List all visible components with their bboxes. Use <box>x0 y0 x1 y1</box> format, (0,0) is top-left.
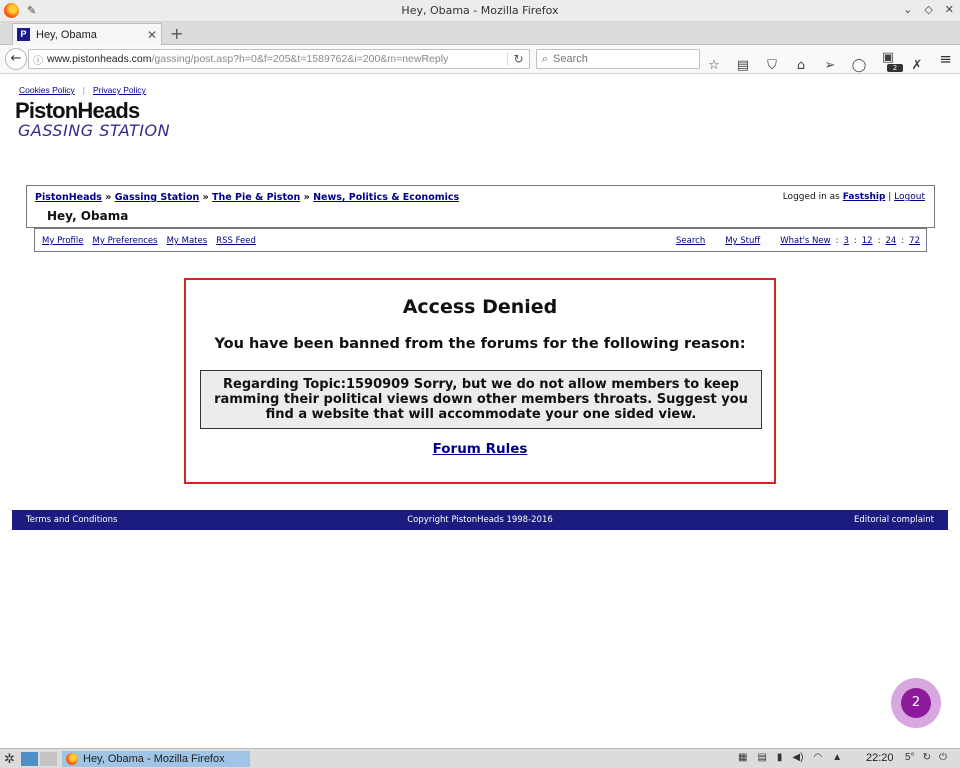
minimize-icon[interactable]: ⌄ <box>903 3 912 16</box>
logo-pistonheads: PistonHeads <box>15 98 140 123</box>
cookies-policy-link[interactable]: Cookies Policy <box>19 85 75 95</box>
search-icon: ⌕ <box>541 52 549 65</box>
policy-separator: | <box>82 85 85 95</box>
page-title: Hey, Obama <box>47 209 129 223</box>
extension-icon[interactable]: ✗ <box>909 58 925 73</box>
logo-gassing-station: GASSING STATION <box>18 121 171 140</box>
info-icon[interactable]: ⓘ <box>29 52 47 67</box>
notifications-icon[interactable]: ▣2 <box>880 50 903 80</box>
whats-new-link[interactable]: What's New <box>780 236 830 246</box>
whats-new-72-link[interactable]: 72 <box>909 236 920 246</box>
tray-window-icon[interactable]: ▦ <box>738 752 747 763</box>
desktop-pager-1[interactable] <box>21 752 38 766</box>
notification-bubble[interactable]: 2 <box>891 678 941 728</box>
user-menu: My Profile My Preferences My Mates RSS F… <box>34 228 927 252</box>
power-icon[interactable]: ⏻ <box>939 752 947 763</box>
chat-icon[interactable]: ◯ <box>851 58 867 73</box>
pistonheads-favicon-icon: P <box>17 28 30 41</box>
application-menu-icon[interactable]: ✲ <box>4 751 15 767</box>
rss-feed-link[interactable]: RSS Feed <box>216 236 256 246</box>
my-profile-link[interactable]: My Profile <box>42 236 84 246</box>
forum-rules-link[interactable]: Forum Rules <box>433 441 528 457</box>
clipboard-icon[interactable]: ▤ <box>757 752 766 763</box>
url-path: /gassing/post.asp?h=0&f=205&t=1589762&i=… <box>151 53 449 65</box>
breadcrumb-separator: » <box>105 192 112 203</box>
policy-links: Cookies Policy | Privacy Policy <box>19 85 146 95</box>
temperature[interactable]: 5° <box>905 752 915 763</box>
privacy-policy-link[interactable]: Privacy Policy <box>93 85 146 95</box>
access-denied-heading: Access Denied <box>402 296 558 318</box>
desktop-pager-2[interactable] <box>40 752 57 766</box>
login-prefix: Logged in as <box>782 192 840 202</box>
close-tab-icon[interactable]: ✕ <box>147 28 157 42</box>
wifi-icon[interactable]: ◠ <box>813 752 822 763</box>
home-icon[interactable]: ⌂ <box>793 58 809 73</box>
maximize-icon[interactable]: ◇ <box>924 3 932 16</box>
firefox-task-icon <box>66 753 78 765</box>
whats-new-24-link[interactable]: 24 <box>885 236 896 246</box>
menu-hamburger-icon[interactable]: ≡ <box>939 50 952 68</box>
ban-subheading: You have been banned from the forums for… <box>214 336 746 352</box>
tab-label: Hey, Obama <box>36 28 97 41</box>
search-link[interactable]: Search <box>676 236 705 246</box>
volume-icon[interactable]: ◀) <box>792 752 803 763</box>
my-mates-link[interactable]: My Mates <box>167 236 208 246</box>
breadcrumb-separator: » <box>303 192 310 203</box>
page-footer: Terms and Conditions Copyright PistonHea… <box>12 510 948 530</box>
copyright-text: Copyright PistonHeads 1998-2016 <box>407 515 553 525</box>
username-link[interactable]: Fastship <box>843 192 886 202</box>
weather-icon[interactable]: ↻ <box>923 752 931 763</box>
tab-active[interactable]: P Hey, Obama ✕ <box>12 23 162 45</box>
url-text[interactable]: www.pistonheads.com/gassing/post.asp?h=0… <box>47 53 507 65</box>
tab-strip: P Hey, Obama ✕ + <box>0 22 960 45</box>
url-bar[interactable]: ⓘ www.pistonheads.com/gassing/post.asp?h… <box>28 49 530 69</box>
window-titlebar: ✎ Hey, Obama - Mozilla Firefox ⌄ ◇ ✕ <box>0 0 960 22</box>
send-icon[interactable]: ➢ <box>822 58 838 73</box>
breadcrumb-news-politics[interactable]: News, Politics & Economics <box>313 192 459 203</box>
taskbar-task-label: Hey, Obama - Mozilla Firefox <box>83 753 225 765</box>
editorial-complaint-link[interactable]: Editorial complaint <box>854 515 934 525</box>
taskbar-firefox-task[interactable]: Hey, Obama - Mozilla Firefox <box>62 751 250 767</box>
breadcrumb-gassing-station[interactable]: Gassing Station <box>115 192 200 203</box>
reading-list-icon[interactable]: ▤ <box>735 58 751 73</box>
clock[interactable]: 22:20 <box>866 752 894 764</box>
new-tab-icon[interactable]: + <box>170 24 183 43</box>
whats-new-3-link[interactable]: 3 <box>843 236 848 246</box>
nav-bar: ← ⓘ www.pistonheads.com/gassing/post.asp… <box>0 45 960 74</box>
back-arrow-icon[interactable]: ← <box>5 48 27 70</box>
window-title: Hey, Obama - Mozilla Firefox <box>401 4 559 17</box>
system-tray: ▦ ▤ ▮ ◀) ◠ ▲ <box>738 752 842 763</box>
reload-icon[interactable]: ↻ <box>507 52 529 66</box>
device-icon[interactable]: ▮ <box>777 752 783 763</box>
url-domain: www.pistonheads.com <box>47 53 152 65</box>
search-input[interactable] <box>553 53 693 65</box>
ban-reason: Regarding Topic:1590909 Sorry, but we do… <box>200 370 762 429</box>
breadcrumb-pie-piston[interactable]: The Pie & Piston <box>212 192 300 203</box>
breadcrumb-pistonheads[interactable]: PistonHeads <box>35 192 102 203</box>
breadcrumb-box: PistonHeads » Gassing Station » The Pie … <box>26 185 935 228</box>
breadcrumb: PistonHeads » Gassing Station » The Pie … <box>35 192 459 203</box>
logout-link[interactable]: Logout <box>894 192 925 202</box>
pocket-icon[interactable]: ⛉ <box>764 58 780 73</box>
taskbar: ✲ Hey, Obama - Mozilla Firefox ▦ ▤ ▮ ◀) … <box>0 748 960 768</box>
notification-badge: 2 <box>887 64 903 72</box>
tray-expand-icon[interactable]: ▲ <box>832 752 842 763</box>
my-preferences-link[interactable]: My Preferences <box>93 236 158 246</box>
whats-new-12-link[interactable]: 12 <box>862 236 873 246</box>
login-status: Logged in as Fastship | Logout <box>782 192 925 202</box>
site-logo[interactable]: PistonHeads GASSING STATION <box>15 100 170 140</box>
search-bar[interactable]: ⌕ <box>536 49 700 69</box>
notification-bubble-count: 2 <box>901 688 931 718</box>
close-window-icon[interactable]: ✕ <box>945 3 954 16</box>
bookmark-star-icon[interactable]: ☆ <box>706 58 722 73</box>
my-stuff-link[interactable]: My Stuff <box>725 236 760 246</box>
breadcrumb-separator: » <box>202 192 209 203</box>
access-denied-panel: Access Denied You have been banned from … <box>184 278 776 484</box>
